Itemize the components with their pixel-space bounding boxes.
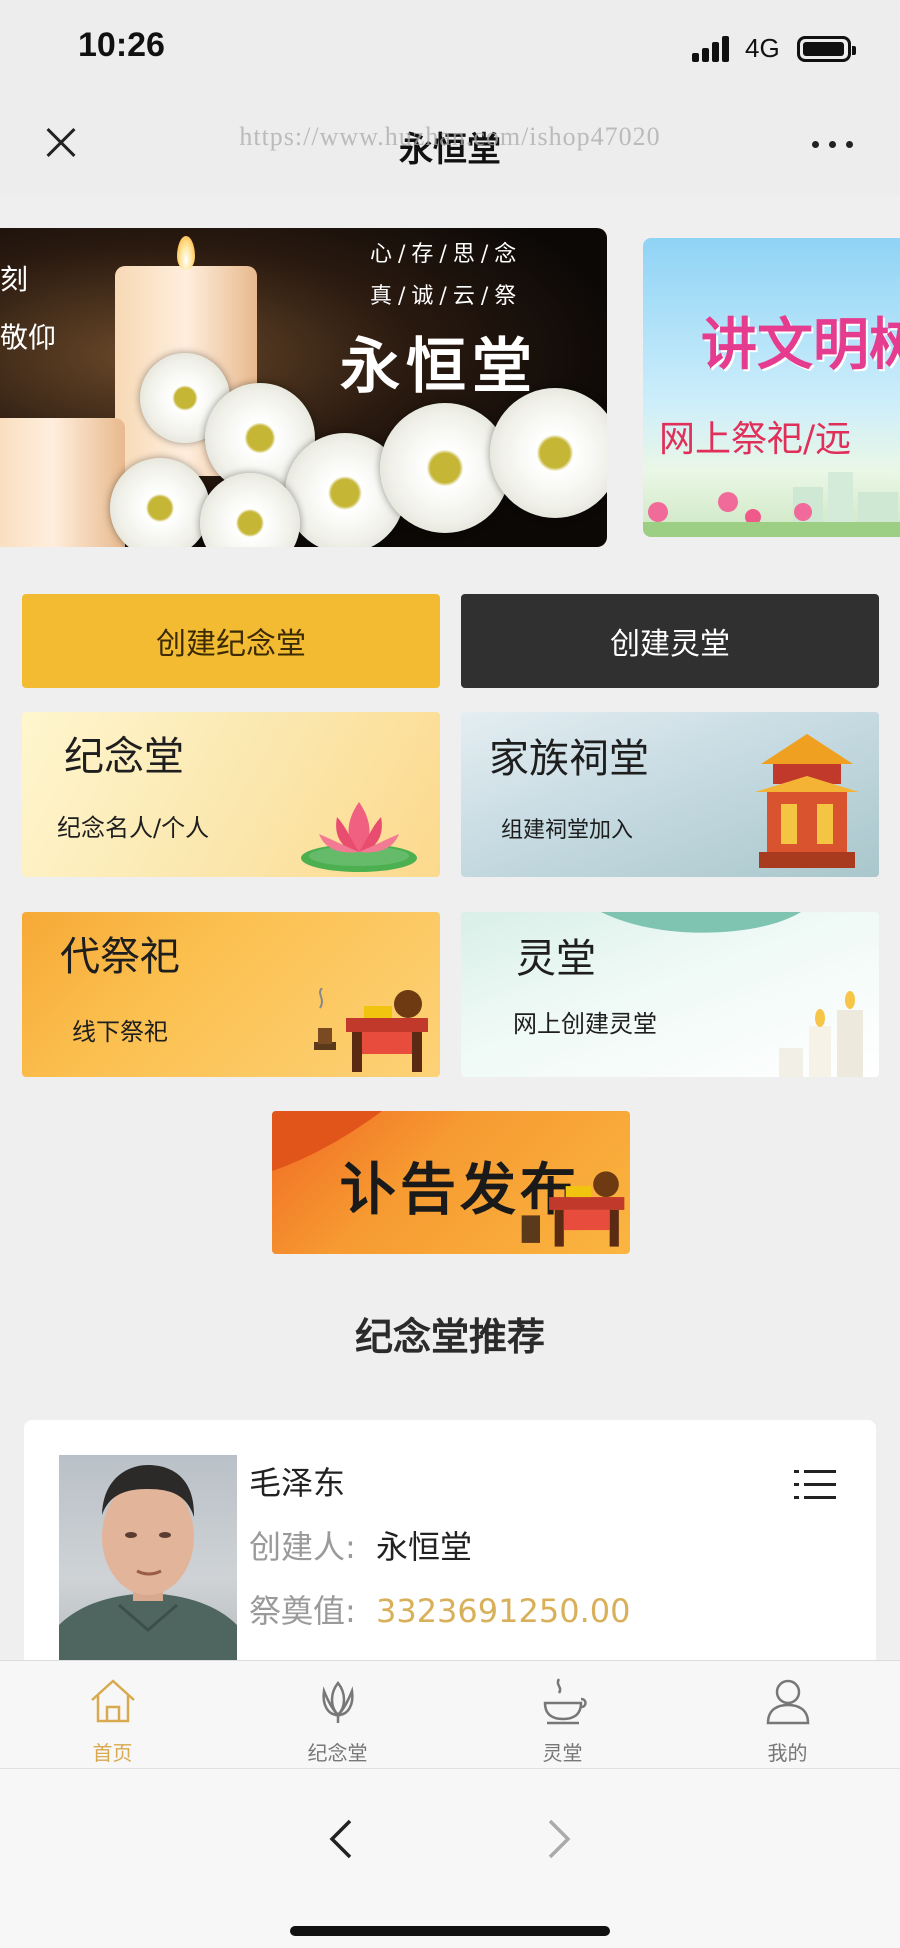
tile-subtitle: 线下祭祀: [72, 1018, 168, 1046]
banner-side-title: 讲文明树: [701, 312, 900, 378]
signal-icon: [692, 36, 730, 62]
create-spirit-hall-button[interactable]: 创建灵堂: [461, 594, 879, 688]
banner-left-line-2: 敬仰: [0, 321, 57, 354]
create-memorial-button[interactable]: 创建纪念堂: [22, 594, 440, 688]
banner-left-line-1: 时刻: [0, 263, 29, 296]
forward-arrow-icon[interactable]: [538, 1809, 578, 1869]
tab-memorial-hall[interactable]: 纪念堂: [225, 1661, 450, 1769]
network-label: 4G: [745, 33, 780, 63]
tile-title: 灵堂: [516, 936, 596, 982]
spirit-hall-tile[interactable]: 灵堂 网上创建灵堂: [461, 912, 879, 1077]
offering-row: 祭奠值: 3323691250.00: [249, 1586, 630, 1632]
banner-slide-main[interactable]: 心/存/思/念 真/诚/云/祭 永恒堂 时刻 敬仰: [0, 228, 607, 547]
flower-decoration: [490, 388, 607, 518]
home-indicator: [290, 1926, 610, 1936]
bottom-tab-bar: 首页 纪念堂 灵堂 我的: [0, 1660, 900, 1768]
lotus-icon: [322, 1680, 354, 1723]
status-time: 10:26: [78, 26, 165, 64]
tile-title: 代祭祀: [60, 934, 180, 980]
tile-subtitle: 网上创建灵堂: [513, 1010, 657, 1038]
banner-line-1: 心/存/思/念: [370, 242, 523, 267]
flowers-decoration: [643, 472, 900, 537]
flower-decoration: [110, 458, 210, 547]
flame-decoration: [177, 236, 195, 270]
tab-home[interactable]: 首页: [0, 1661, 225, 1769]
nav-bar: 永恒堂 https://www.huzhan.com/ishop47020: [0, 100, 900, 195]
tab-label: 我的: [767, 1741, 808, 1765]
memorial-hall-tile[interactable]: 纪念堂 纪念名人/个人: [22, 712, 440, 877]
pavilion-icon: [755, 734, 859, 868]
user-icon: [766, 1679, 810, 1725]
tile-subtitle: 纪念名人/个人: [57, 814, 210, 842]
tab-spirit-hall[interactable]: 灵堂: [450, 1661, 675, 1769]
more-options-button[interactable]: [812, 136, 862, 152]
incense-icon: [543, 1678, 587, 1725]
home-icon: [91, 1679, 135, 1723]
tile-subtitle: 组建祠堂加入: [501, 818, 634, 843]
altar-icon: [521, 1171, 625, 1247]
creator-row: 创建人: 永恒堂: [249, 1522, 472, 1568]
tab-label: 首页: [92, 1741, 133, 1765]
card-name: 毛泽东: [249, 1464, 346, 1502]
lotus-icon: [301, 802, 417, 872]
browser-toolbar: [0, 1768, 900, 1948]
status-bar: 10:26 4G: [0, 0, 900, 100]
altar-icon: [314, 988, 428, 1072]
section-title-recommend: 纪念堂推荐: [354, 1315, 545, 1359]
list-menu-icon[interactable]: [794, 1468, 838, 1502]
banner-side-subtitle: 网上祭祀/远: [659, 419, 852, 460]
battery-icon: [797, 36, 856, 62]
candle-decoration: [0, 418, 125, 547]
candles-icon: [779, 991, 863, 1077]
creator-label: 创建人:: [249, 1528, 356, 1566]
obituary-publish-tile[interactable]: 讣告发布: [272, 1111, 630, 1254]
back-arrow-icon[interactable]: [322, 1809, 362, 1869]
memorial-card[interactable]: 毛泽东 创建人: 永恒堂 祭奠值: 3323691250.00: [24, 1420, 876, 1660]
clan-hall-tile[interactable]: 家族祠堂 组建祠堂加入: [461, 712, 879, 877]
banner-title: 永恒堂: [340, 332, 538, 402]
offering-label: 祭奠值:: [249, 1592, 356, 1630]
tab-label: 灵堂: [542, 1741, 583, 1765]
tab-label: 纪念堂: [307, 1741, 368, 1765]
banner-slide-next[interactable]: 讲文明树 网上祭祀/远: [643, 238, 900, 537]
watermark-text: https://www.huzhan.com/ishop47020: [239, 122, 661, 151]
tab-mine[interactable]: 我的: [675, 1661, 900, 1769]
flower-decoration: [380, 403, 510, 533]
tile-title: 家族祠堂: [489, 736, 649, 782]
proxy-worship-tile[interactable]: 代祭祀 线下祭祀: [22, 912, 440, 1077]
banner-line-2: 真/诚/云/祭: [370, 284, 523, 309]
portrait-image: [59, 1455, 237, 1660]
offering-value: 3323691250.00: [375, 1592, 631, 1630]
creator-value: 永恒堂: [375, 1528, 472, 1566]
tile-title: 纪念堂: [64, 734, 184, 780]
